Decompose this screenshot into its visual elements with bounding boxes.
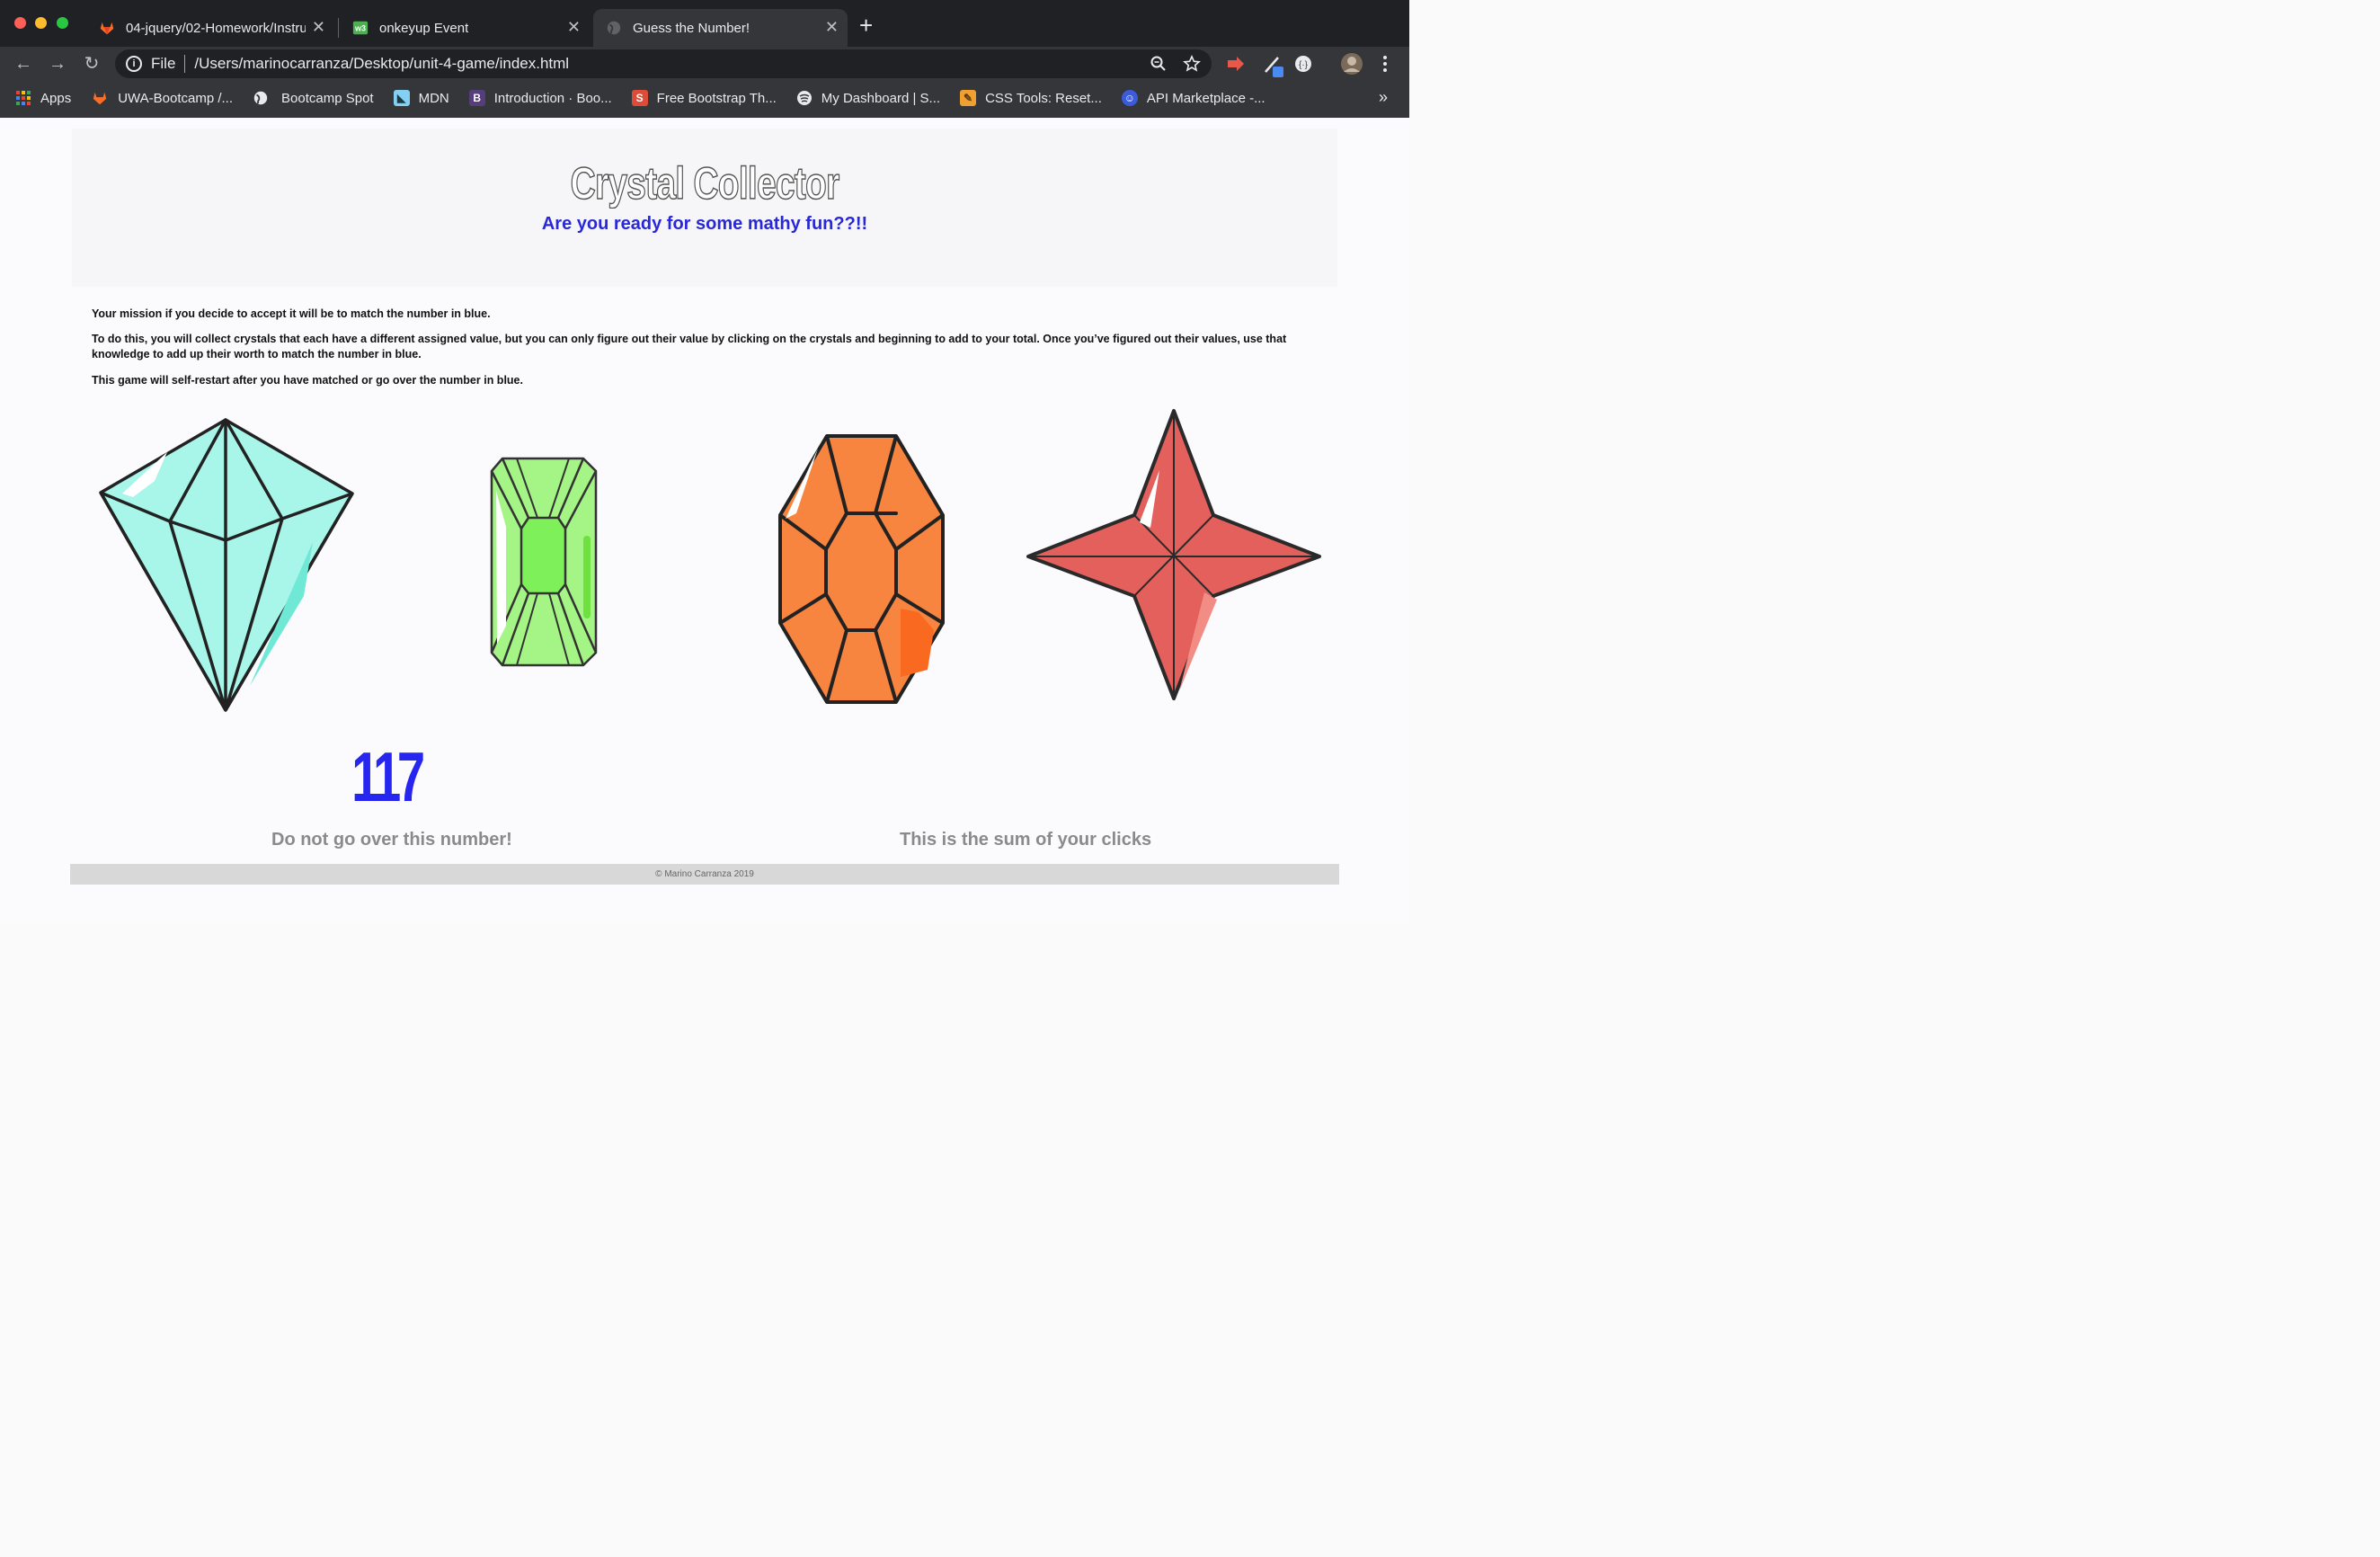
bookmark-bootstrap-intro[interactable]: B Introduction · Boo...: [468, 90, 612, 106]
crystal-cyan-diamond[interactable]: [97, 416, 358, 713]
tab-label: 04-jquery/02-Homework/Instru: [126, 20, 306, 36]
footer: © Marino Carranza 2019: [70, 864, 1339, 885]
zoom-icon[interactable]: [1150, 56, 1167, 72]
bookmark-free-bootstrap[interactable]: S Free Bootstrap Th...: [631, 90, 777, 106]
w3schools-icon: w3: [352, 21, 369, 35]
bootstrap-icon: B: [468, 90, 485, 106]
scheme-label: File: [151, 55, 176, 72]
crystal-green-emerald[interactable]: [488, 455, 601, 669]
bookmark-label: My Dashboard | S...: [821, 90, 941, 106]
bookmark-label: MDN: [418, 90, 449, 106]
browser-chrome: 04-jquery/02-Homework/Instru ✕ w3 onkeyu…: [0, 0, 1409, 118]
page-content: Crystal Collector Are you ready for some…: [0, 118, 1409, 922]
eyedropper-icon[interactable]: [1262, 52, 1287, 79]
info-icon[interactable]: i: [126, 56, 142, 72]
crystal-red-star[interactable]: [1025, 407, 1323, 702]
mdn-icon: ◣: [393, 90, 410, 106]
maximize-window-button[interactable]: [57, 17, 68, 29]
globe-icon: [607, 21, 621, 35]
menu-kebab-icon[interactable]: [1381, 54, 1390, 74]
minimize-window-button[interactable]: [35, 17, 47, 29]
tab-homework[interactable]: 04-jquery/02-Homework/Instru ✕: [86, 9, 334, 47]
css-tools-icon: ✎: [960, 90, 977, 106]
avatar[interactable]: [1340, 52, 1363, 76]
address-divider: [184, 55, 186, 73]
bookmark-label: Bootcamp Spot: [281, 90, 374, 106]
tab-onkeyup[interactable]: w3 onkeyup Event ✕: [340, 9, 590, 47]
startbootstrap-icon: S: [631, 90, 648, 106]
forward-button[interactable]: →: [46, 52, 69, 76]
bookmark-css-tools[interactable]: ✎ CSS Tools: Reset...: [960, 90, 1102, 106]
bookmark-bootcamp-spot[interactable]: Bootcamp Spot: [253, 90, 374, 106]
apps-grid-icon: [16, 91, 31, 105]
star-icon[interactable]: [1183, 55, 1201, 73]
tab-label: onkeyup Event: [379, 20, 469, 36]
target-caption: Do not go over this number!: [271, 830, 512, 850]
tab-guess-the-number[interactable]: Guess the Number! ✕: [593, 9, 848, 47]
dashboard-icon: [796, 91, 812, 105]
new-tab-button[interactable]: +: [859, 13, 873, 38]
close-window-button[interactable]: [14, 17, 26, 29]
bookmark-label: API Marketplace -...: [1146, 90, 1265, 106]
bookmark-mdn[interactable]: ◣ MDN: [393, 90, 449, 106]
extension-icon[interactable]: [1226, 55, 1246, 73]
url-text[interactable]: /Users/marinocarranza/Desktop/unit-4-gam…: [194, 55, 569, 73]
instruction-howto: To do this, you will collect crystals th…: [92, 333, 1287, 360]
extension-circle-icon[interactable]: {·}: [1294, 55, 1312, 73]
bookmark-label: Free Bootstrap Th...: [656, 90, 777, 106]
tab-divider: [338, 18, 339, 38]
game-subtitle: Are you ready for some mathy fun??!!: [541, 214, 868, 234]
gitlab-icon: [100, 22, 114, 35]
crystal-orange-gem[interactable]: [777, 432, 947, 706]
svg-text:{·}: {·}: [1299, 60, 1309, 70]
sum-caption: This is the sum of your clicks: [900, 830, 1152, 850]
instruction-mission: Your mission if you decide to accept it …: [92, 307, 491, 320]
bookmark-api-marketplace[interactable]: ☺ API Marketplace -...: [1121, 90, 1265, 106]
address-bar[interactable]: i File /Users/marinocarranza/Desktop/uni…: [115, 49, 1212, 78]
back-button[interactable]: ←: [12, 52, 35, 76]
reload-button[interactable]: ↻: [80, 52, 103, 76]
tab-label: Guess the Number!: [633, 20, 750, 36]
globe-icon: [253, 91, 268, 105]
target-number: 117: [351, 737, 425, 816]
bookmark-my-dashboard[interactable]: My Dashboard | S...: [796, 90, 940, 106]
bookmark-label: UWA-Bootcamp /...: [118, 90, 234, 106]
close-tab-icon[interactable]: ✕: [825, 18, 839, 36]
close-tab-icon[interactable]: ✕: [312, 18, 325, 36]
tab-bar: 04-jquery/02-Homework/Instru ✕ w3 onkeyu…: [0, 0, 1409, 47]
rapidapi-icon: ☺: [1121, 90, 1138, 106]
close-tab-icon[interactable]: ✕: [567, 18, 581, 36]
bookmarks-overflow-button[interactable]: »: [1379, 88, 1388, 107]
bookmark-label: CSS Tools: Reset...: [985, 90, 1102, 106]
gitlab-icon: [93, 92, 107, 105]
bookmark-label: Introduction · Boo...: [493, 90, 612, 106]
bookmark-uwa-bootcamp[interactable]: UWA-Bootcamp /...: [91, 90, 233, 106]
svg-text:w3: w3: [354, 24, 366, 33]
instruction-restart: This game will self-restart after you ha…: [92, 374, 523, 387]
bookmarks-bar: Apps UWA-Bootcamp /... Bootcamp Spot ◣ M…: [0, 85, 1409, 111]
bookmark-apps[interactable]: Apps: [15, 90, 71, 106]
game-title: Crystal Collector: [570, 157, 840, 209]
bookmark-label: Apps: [40, 90, 72, 106]
